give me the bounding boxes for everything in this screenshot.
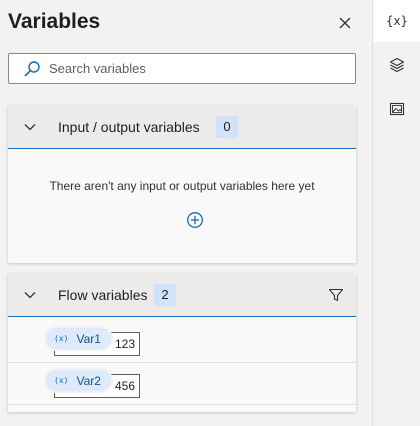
images-tab[interactable] xyxy=(373,88,420,130)
variable-pill[interactable]: (x) Var2 xyxy=(46,370,111,391)
layers-tab[interactable] xyxy=(373,44,420,86)
flow-variables-section: Flow variables 2 123 (x) Var1 456 (x) Va… xyxy=(8,273,356,412)
side-rail: {x} xyxy=(372,0,420,426)
variable-row[interactable]: 123 (x) Var1 xyxy=(8,321,356,363)
input-output-header[interactable]: Input / output variables 0 xyxy=(8,105,356,149)
variable-name: Var2 xyxy=(76,373,101,388)
empty-state-message: There aren't any input or output variabl… xyxy=(49,179,315,193)
add-circle-icon xyxy=(187,212,203,228)
variable-type-icon: (x) xyxy=(54,334,69,343)
variable-type-icon: (x) xyxy=(54,376,69,385)
search-icon xyxy=(24,61,40,77)
input-output-count-badge: 0 xyxy=(216,116,238,138)
input-output-title: Input / output variables xyxy=(58,119,200,135)
chevron-down-icon[interactable] xyxy=(22,119,38,135)
variable-pill[interactable]: (x) Var1 xyxy=(46,328,111,349)
layers-icon xyxy=(389,57,405,73)
panel-title: Variables xyxy=(8,10,101,33)
close-button[interactable] xyxy=(334,12,356,34)
search-box[interactable] xyxy=(8,53,356,84)
variables-tab[interactable]: {x} xyxy=(373,0,420,42)
variables-panel: Variables Input / output variables 0 The… xyxy=(0,0,372,426)
flow-variables-header[interactable]: Flow variables 2 xyxy=(8,273,356,317)
image-icon xyxy=(389,102,405,116)
flow-variables-title: Flow variables xyxy=(58,287,148,303)
close-icon xyxy=(339,17,351,29)
flow-variables-count-badge: 2 xyxy=(154,284,176,306)
variable-row[interactable]: 456 (x) Var2 xyxy=(8,363,356,405)
variable-name: Var1 xyxy=(76,331,101,346)
variables-icon: {x} xyxy=(386,14,408,28)
input-output-section: Input / output variables 0 There aren't … xyxy=(8,105,356,263)
chevron-down-icon[interactable] xyxy=(22,287,38,303)
search-input[interactable] xyxy=(49,54,349,83)
add-variable-button[interactable] xyxy=(186,211,204,229)
filter-icon[interactable] xyxy=(328,287,344,303)
